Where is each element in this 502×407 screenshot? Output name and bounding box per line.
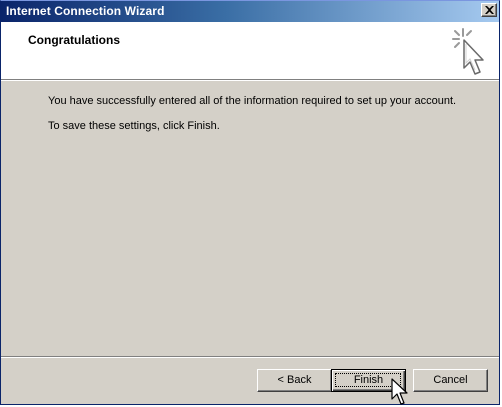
- success-message: You have successfully entered all of the…: [48, 95, 457, 107]
- wizard-wand-cursor-icon: [452, 28, 484, 75]
- footer-separator: [1, 356, 499, 358]
- close-icon: [485, 6, 494, 14]
- wizard-window: Internet Connection Wizard Congratulatio…: [0, 0, 500, 405]
- header-separator: [1, 79, 499, 81]
- cancel-button[interactable]: Cancel: [413, 369, 488, 392]
- back-button[interactable]: < Back: [257, 369, 332, 392]
- title-bar[interactable]: Internet Connection Wizard: [1, 1, 499, 22]
- page-heading: Congratulations: [28, 33, 120, 47]
- instruction-message: To save these settings, click Finish.: [48, 120, 220, 132]
- close-button[interactable]: [481, 3, 497, 17]
- header-panel: Congratulations: [1, 22, 499, 79]
- window-title: Internet Connection Wizard: [6, 4, 165, 18]
- mouse-cursor-icon: [391, 378, 408, 405]
